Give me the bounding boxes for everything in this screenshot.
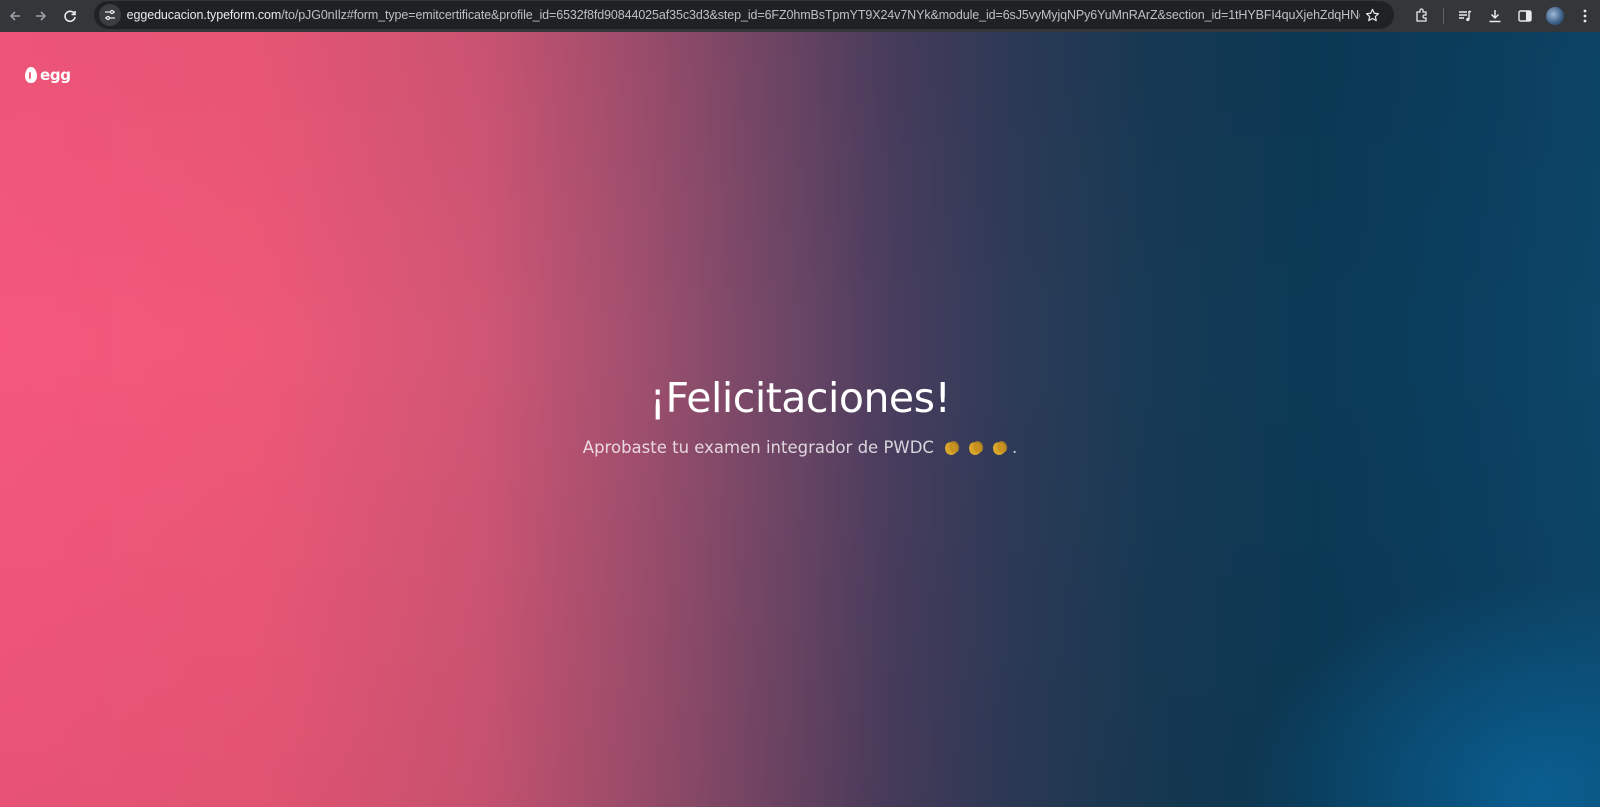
egg-logo-icon: [25, 67, 37, 83]
url-host: eggeducacion.typeform.com: [126, 8, 282, 22]
toolbar-divider: [1443, 8, 1444, 24]
clapping-hands-icon: [991, 439, 1009, 457]
subtitle-text: Aprobaste tu examen integrador de PWDC: [582, 438, 934, 457]
egg-logo[interactable]: egg: [25, 66, 71, 84]
extensions-icon[interactable]: [1407, 2, 1437, 30]
url-path: /to/pJG0nIlz#form_type=emitcertificate&p…: [281, 8, 1361, 22]
clapping-hands-icon: [967, 439, 985, 457]
page-title: ¡Felicitaciones!: [649, 374, 951, 422]
typeform-page: egg ¡Felicitaciones! Aprobaste tu examen…: [0, 32, 1600, 807]
address-bar[interactable]: eggeducacion.typeform.com/to/pJG0nIlz#fo…: [94, 1, 1394, 29]
browser-toolbar: eggeducacion.typeform.com/to/pJG0nIlz#fo…: [0, 0, 1600, 32]
reload-icon[interactable]: [57, 3, 83, 29]
menu-icon[interactable]: [1570, 2, 1600, 30]
forward-icon[interactable]: [28, 3, 54, 29]
download-icon[interactable]: [1480, 2, 1510, 30]
subtitle-period: .: [1011, 438, 1018, 457]
url-text[interactable]: eggeducacion.typeform.com/to/pJG0nIlz#fo…: [127, 8, 1361, 22]
star-icon[interactable]: [1360, 3, 1384, 27]
back-icon[interactable]: [2, 3, 28, 29]
completion-message: ¡Felicitaciones! Aprobaste tu examen int…: [0, 370, 1600, 457]
profile-avatar[interactable]: [1540, 2, 1570, 30]
profile-image: [1546, 7, 1564, 25]
logo-text: egg: [40, 66, 71, 84]
subtitle: Aprobaste tu examen integrador de PWDC .: [583, 438, 1017, 457]
media-icon[interactable]: [1450, 2, 1480, 30]
side-panel-icon[interactable]: [1510, 2, 1540, 30]
clapping-hands-icon: [943, 439, 961, 457]
site-info-icon[interactable]: [99, 4, 121, 26]
toolbar-actions: [1407, 0, 1600, 32]
